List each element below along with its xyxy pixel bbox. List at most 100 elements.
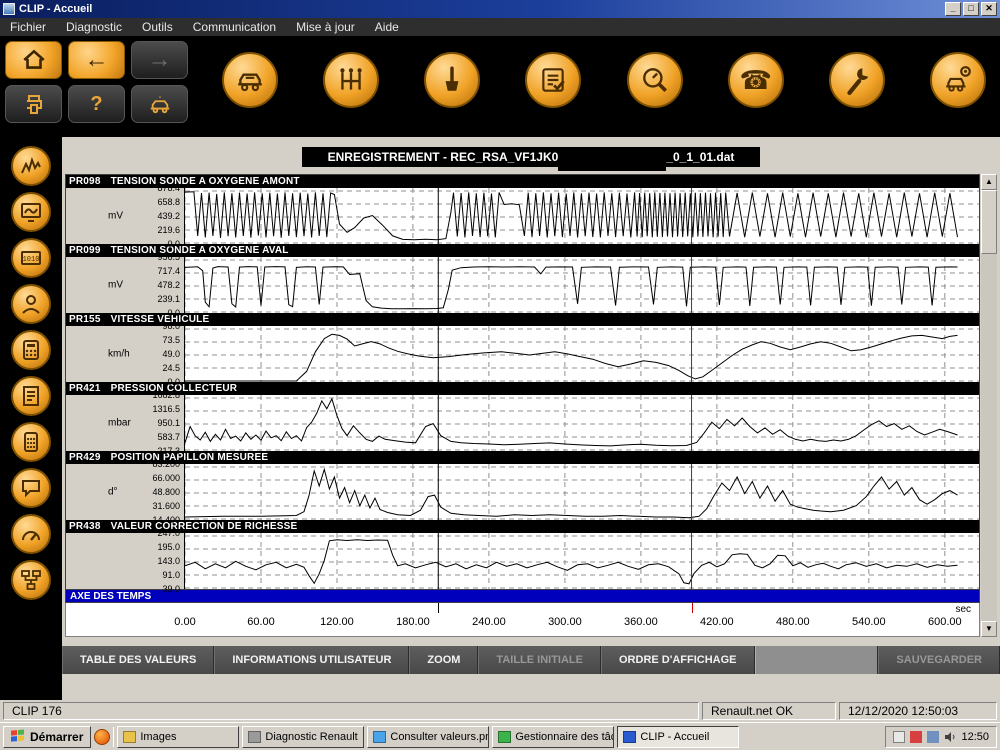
antivirus-icon[interactable]: [910, 731, 922, 743]
scroll-down-arrow[interactable]: ▼: [981, 621, 997, 637]
menu-item-communication[interactable]: Communication: [193, 20, 276, 34]
chart-header: PR429 POSITION PAPILLON MESUREE: [66, 451, 979, 464]
sidebar-phone-keypad-button[interactable]: [11, 422, 51, 462]
scrollbar-track[interactable]: [981, 190, 997, 621]
forward-button: →: [131, 41, 188, 79]
chart-plot-pr438[interactable]: [184, 533, 979, 589]
chart-plot-pr099[interactable]: [184, 257, 979, 313]
taskbar-item-consulter-valeurs[interactable]: Consulter valeurs.pn...: [367, 726, 489, 748]
minimize-button[interactable]: _: [945, 2, 961, 16]
chart-label: VITESSE VEHICULE: [111, 314, 210, 325]
sidebar-curves-button[interactable]: [11, 146, 51, 186]
taskbar-separator: [113, 727, 114, 747]
windows-taskbar: Démarrer Images Diagnostic Renault Consu…: [0, 722, 1000, 750]
input-language-icon[interactable]: [893, 731, 905, 743]
y-axis-labels: 247.0195.0143.091.039.0: [116, 533, 180, 589]
clip-application-window: CLIP - Accueil _ □ ✕ Fichier Diagnostic …: [0, 0, 1000, 750]
recording-title-suffix: _0_1_01.dat: [666, 150, 734, 164]
x-axis: 0.0060.00120.00180.00240.00300.00360.004…: [65, 603, 980, 637]
sidebar-flowchart-button[interactable]: [11, 560, 51, 600]
close-button[interactable]: ✕: [981, 2, 997, 16]
help-button[interactable]: ?: [68, 85, 125, 123]
sidebar-values-screen-button[interactable]: [11, 192, 51, 232]
zoom-button[interactable]: ZOOM: [409, 646, 478, 674]
scrollbar-thumb[interactable]: [981, 190, 997, 254]
main-panel: ENREGISTREMENT - REC_RSA_VF1JK0 _0_1_01.d…: [62, 137, 1000, 700]
status-datetime: 12/12/2020 12:50:03: [839, 702, 997, 720]
sidebar-technician-button[interactable]: [11, 284, 51, 324]
table-des-valeurs-button[interactable]: TABLE DES VALEURS: [62, 646, 214, 674]
svg-text:1010: 1010: [23, 256, 40, 264]
chart-id: PR155: [69, 314, 101, 325]
menu-item-mise-a-jour[interactable]: Mise à jour: [296, 20, 355, 34]
sidebar-dialog-button[interactable]: [11, 468, 51, 508]
printer-icon: [22, 92, 46, 116]
forward-arrow-icon: →: [148, 48, 172, 72]
chart-label: POSITION PAPILLON MESUREE: [111, 452, 269, 463]
vertical-scrollbar[interactable]: ▲ ▼: [981, 174, 997, 637]
sidebar-calculator-button[interactable]: [11, 330, 51, 370]
home-button[interactable]: [5, 41, 62, 79]
y-axis-labels: 83.20066.00048.80031.60014.400: [116, 464, 180, 520]
sidebar-speedometer-button[interactable]: [11, 514, 51, 554]
menu-item-diagnostic[interactable]: Diagnostic: [66, 20, 122, 34]
chart-header: PR099 TENSION SONDE A OXYGENE AVAL: [66, 244, 979, 257]
status-clip-version: CLIP 176: [3, 702, 699, 720]
scroll-up-arrow[interactable]: ▲: [981, 174, 997, 190]
chart-plot-pr098[interactable]: [184, 188, 979, 244]
chart-plot-pr421[interactable]: [184, 395, 979, 451]
taskbar-item-images[interactable]: Images: [117, 726, 239, 748]
measurement-button[interactable]: [627, 52, 683, 108]
time-axis-bar: AXE DES TEMPS: [65, 590, 980, 603]
chart-header: PR098 TENSION SONDE A OXYGENE AMONT: [66, 175, 979, 188]
y-axis-gutter: mV956.5717.4478.2239.10.0: [66, 257, 184, 313]
menu-bar: Fichier Diagnostic Outils Communication …: [0, 18, 1000, 36]
chart-plot-pr429[interactable]: [184, 464, 979, 520]
vehicle-locate-button[interactable]: [930, 52, 986, 108]
notepad-icon: [19, 384, 43, 408]
network-icon[interactable]: [927, 731, 939, 743]
y-axis-labels: 878.4658.8439.2219.60.0: [116, 188, 180, 244]
start-button[interactable]: Démarrer: [3, 726, 91, 748]
chart-id: PR438: [69, 521, 101, 532]
sidebar-notepad-button[interactable]: [11, 376, 51, 416]
menu-item-outils[interactable]: Outils: [142, 20, 173, 34]
print-button[interactable]: [5, 85, 62, 123]
taskbar-item-clip-accueil[interactable]: CLIP - Accueil: [617, 726, 739, 748]
volume-icon[interactable]: [944, 731, 956, 743]
menu-item-fichier[interactable]: Fichier: [10, 20, 46, 34]
vehicle-info-button[interactable]: [131, 85, 188, 123]
task-manager-icon: [498, 731, 511, 743]
phone-support-button[interactable]: ☎: [728, 52, 784, 108]
car-diagnostic-icon: [235, 65, 265, 95]
chart-panel-pr099: PR099 TENSION SONDE A OXYGENE AVAL mV956…: [66, 244, 979, 313]
sidebar-binary-display-button[interactable]: 1010: [11, 238, 51, 278]
menu-item-aide[interactable]: Aide: [375, 20, 399, 34]
status-bar: CLIP 176 Renault.net OK 12/12/2020 12:50…: [0, 700, 1000, 722]
repair-button[interactable]: [829, 52, 885, 108]
flowchart-icon: [19, 568, 43, 592]
taskbar-item-diagnostic-renault[interactable]: Diagnostic Renault: [242, 726, 364, 748]
maximize-button[interactable]: □: [963, 2, 979, 16]
chart-plot-pr155[interactable]: [184, 326, 979, 382]
back-button[interactable]: ←: [68, 41, 125, 79]
chart-id: PR099: [69, 245, 101, 256]
chart-label: TENSION SONDE A OXYGENE AVAL: [111, 245, 289, 256]
wrench-icon: [842, 65, 872, 95]
hand-pointer-icon: [437, 65, 467, 95]
checklist-button[interactable]: [525, 52, 581, 108]
binary-display-icon: 1010: [19, 246, 43, 270]
recording-title-prefix: ENREGISTREMENT - REC_RSA_VF1JK0: [328, 150, 559, 164]
toolbar: ← → ?: [0, 36, 1000, 137]
ordre-affichage-button[interactable]: ORDRE D'AFFICHAGE: [601, 646, 755, 674]
gearbox-button[interactable]: [323, 52, 379, 108]
curves-icon: [19, 154, 43, 178]
quick-launch-browser-icon[interactable]: [94, 729, 110, 745]
informations-utilisateur-button[interactable]: INFORMATIONS UTILISATEUR: [214, 646, 409, 674]
y-axis-labels: 98.073.549.024.50.0: [116, 326, 180, 382]
car-diagnostic-button[interactable]: [222, 52, 278, 108]
status-network: Renault.net OK: [702, 702, 836, 720]
back-arrow-icon: ←: [85, 48, 109, 72]
taskbar-item-gestionnaire-taches[interactable]: Gestionnaire des tâc...: [492, 726, 614, 748]
manual-command-button[interactable]: [424, 52, 480, 108]
